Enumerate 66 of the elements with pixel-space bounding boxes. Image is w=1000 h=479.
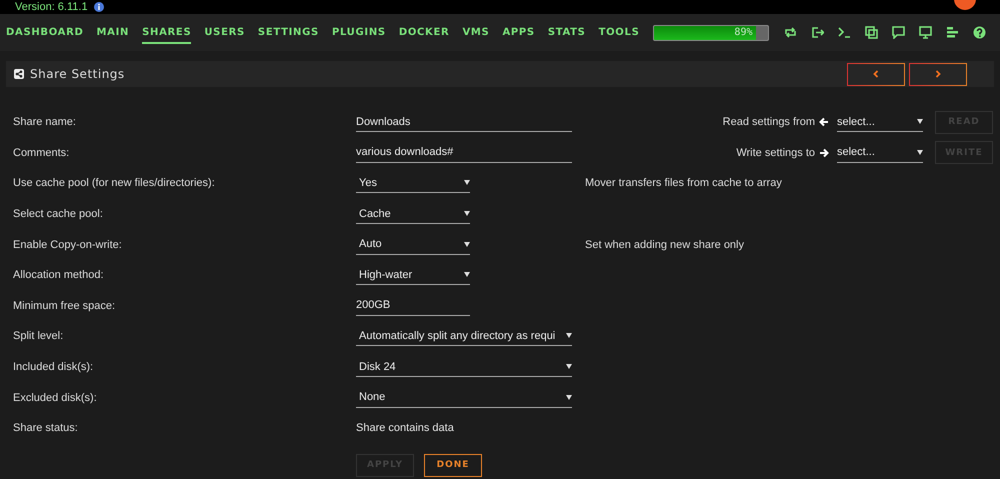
nav-tab[interactable]: VMS (462, 21, 490, 44)
input-field[interactable]: various downloads# (356, 142, 572, 163)
field-label: Share status: (13, 421, 79, 436)
nav-tab[interactable]: MAIN (96, 21, 130, 44)
caret-icon (464, 242, 470, 247)
nav-tab[interactable]: DASHBOARD (6, 21, 84, 44)
nav-tab[interactable]: SHARES (142, 21, 192, 44)
action-button[interactable]: DONE (424, 454, 482, 477)
nav-tab[interactable]: DOCKER (398, 21, 450, 44)
help-icon[interactable] (973, 26, 986, 39)
nav-tab[interactable]: SETTINGS (258, 21, 319, 44)
caret-icon (464, 180, 470, 186)
terminal-icon[interactable] (838, 26, 851, 39)
logout-icon[interactable] (811, 26, 824, 39)
field-label: Split level: (13, 329, 64, 344)
field-label: Allocation method: (13, 268, 104, 284)
dropdown[interactable]: Auto (356, 234, 470, 255)
input-field[interactable]: 200GB (356, 296, 470, 316)
status-text: Share contains data (356, 422, 454, 434)
monitor-icon[interactable] (919, 26, 932, 39)
previous-button[interactable] (847, 62, 905, 86)
field-label: Share name: (13, 115, 77, 130)
dropdown[interactable]: Disk 24 (356, 357, 572, 378)
copy-label: Write settings to (736, 146, 815, 159)
field-label: Select cache pool: (13, 207, 104, 222)
arrow-right-icon (819, 148, 829, 158)
caret-icon (566, 333, 572, 338)
next-button[interactable] (909, 62, 967, 86)
field-label: Minimum free space: (13, 298, 116, 314)
nav-tab[interactable]: STATS (548, 21, 586, 44)
input-field[interactable]: Downloads (356, 112, 572, 132)
dropdown[interactable]: Yes (356, 173, 470, 194)
dropdown[interactable]: Cache (356, 204, 470, 224)
nav-tab[interactable]: PLUGINS (332, 21, 386, 44)
hint-text: Set when adding new share only (585, 238, 744, 251)
dropdown[interactable]: Automatically split any directory as requi (356, 326, 572, 346)
refresh-icon[interactable] (784, 26, 797, 39)
caret-icon (464, 211, 470, 216)
caret-icon (464, 272, 470, 278)
field-label: Comments: (13, 146, 70, 161)
field-label: Excluded disk(s): (13, 390, 98, 406)
log-icon[interactable] (946, 26, 959, 39)
field-label: Use cache pool (for new files/directories): (13, 176, 216, 192)
arrow-left-icon (819, 117, 829, 128)
field-label: Included disk(s): (13, 360, 94, 376)
field-label: Enable Copy-on-write: (13, 238, 123, 253)
copy-label: Read settings from (722, 116, 815, 128)
nav-tab[interactable]: APPS (502, 21, 535, 44)
caret-icon (566, 364, 572, 370)
share-icon (14, 69, 24, 79)
info-icon[interactable] (94, 2, 104, 12)
dropdown[interactable]: High-water (356, 265, 470, 286)
chevron-left-icon (872, 70, 880, 78)
nav-tab[interactable]: USERS (204, 21, 245, 44)
chat-icon[interactable] (892, 26, 905, 39)
panel-title: Share Settings (30, 67, 125, 81)
copy-icon[interactable] (865, 26, 878, 39)
dropdown[interactable]: None (356, 388, 572, 408)
chevron-right-icon (934, 70, 942, 78)
nav-tab[interactable]: TOOLS (598, 21, 640, 44)
caret-icon (566, 394, 572, 400)
caret-icon (917, 150, 923, 155)
version-text: Version: 6.11.1 (15, 1, 88, 13)
hint-text: Mover transfers files from cache to array (585, 177, 782, 190)
caret-icon (917, 119, 923, 124)
usage-reading: 89% (734, 26, 752, 40)
